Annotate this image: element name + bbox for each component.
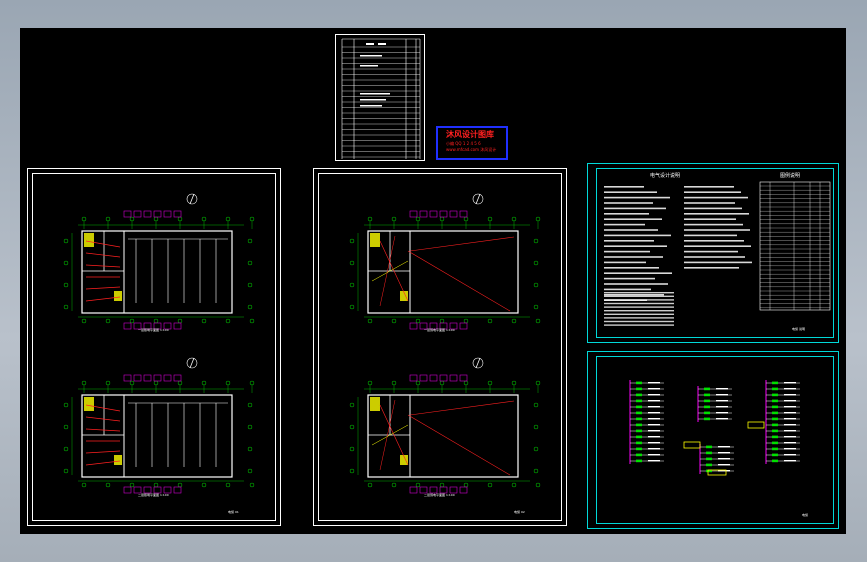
riser-diagram-sheet[interactable]: 电施 [587, 351, 839, 529]
watermark-stamp: 沐风设计图库 小编 QQ 1 2 4 5 6 www.mfcad.com 沐风设… [436, 126, 508, 160]
riser-footer: 电施 [802, 513, 809, 517]
lighting-plan-sheet[interactable]: 一层照明平面图 1:100 二层照明平面图 1:100 电施 01 [27, 168, 281, 526]
drawing-canvas[interactable]: 沐风设计图库 小编 QQ 1 2 4 5 6 www.mfcad.com 沐风设… [20, 28, 846, 534]
right-plan-top-scale: 一层弱电平面图 1:100 [424, 328, 455, 332]
notes-text-blocks [604, 181, 831, 326]
stamp-line3: www.mfcad.com 沐风设计 [446, 147, 497, 152]
right-titleblock: 电施 02 [514, 510, 525, 514]
left-plan-bottom-scale: 二层照明平面图 1:100 [138, 493, 169, 497]
stamp-line2: 小编 QQ 1 2 4 5 6 [446, 141, 481, 146]
left-titleblock: 电施 01 [228, 510, 239, 514]
lighting-plans-drawing [63, 193, 255, 494]
weak-current-plan-sheet[interactable]: 一层弱电平面图 1:100 二层弱电平面图 1:100 电施 02 [313, 168, 567, 526]
right-plan-bottom-scale: 二层弱电平面图 1:100 [424, 493, 455, 497]
drawing-index-sheet[interactable] [335, 34, 425, 161]
index-table-lines [341, 38, 421, 159]
distribution-riser-diagram [629, 380, 800, 476]
notes-footer: 电施 说明 [792, 327, 805, 331]
weak-current-plans-drawing [349, 193, 541, 494]
stamp-title: 沐风设计图库 [446, 130, 494, 139]
design-notes-sheet[interactable]: 电气设计说明 图例说明 电施 说明 [587, 163, 839, 343]
left-plan-top-scale: 一层照明平面图 1:100 [138, 328, 169, 332]
